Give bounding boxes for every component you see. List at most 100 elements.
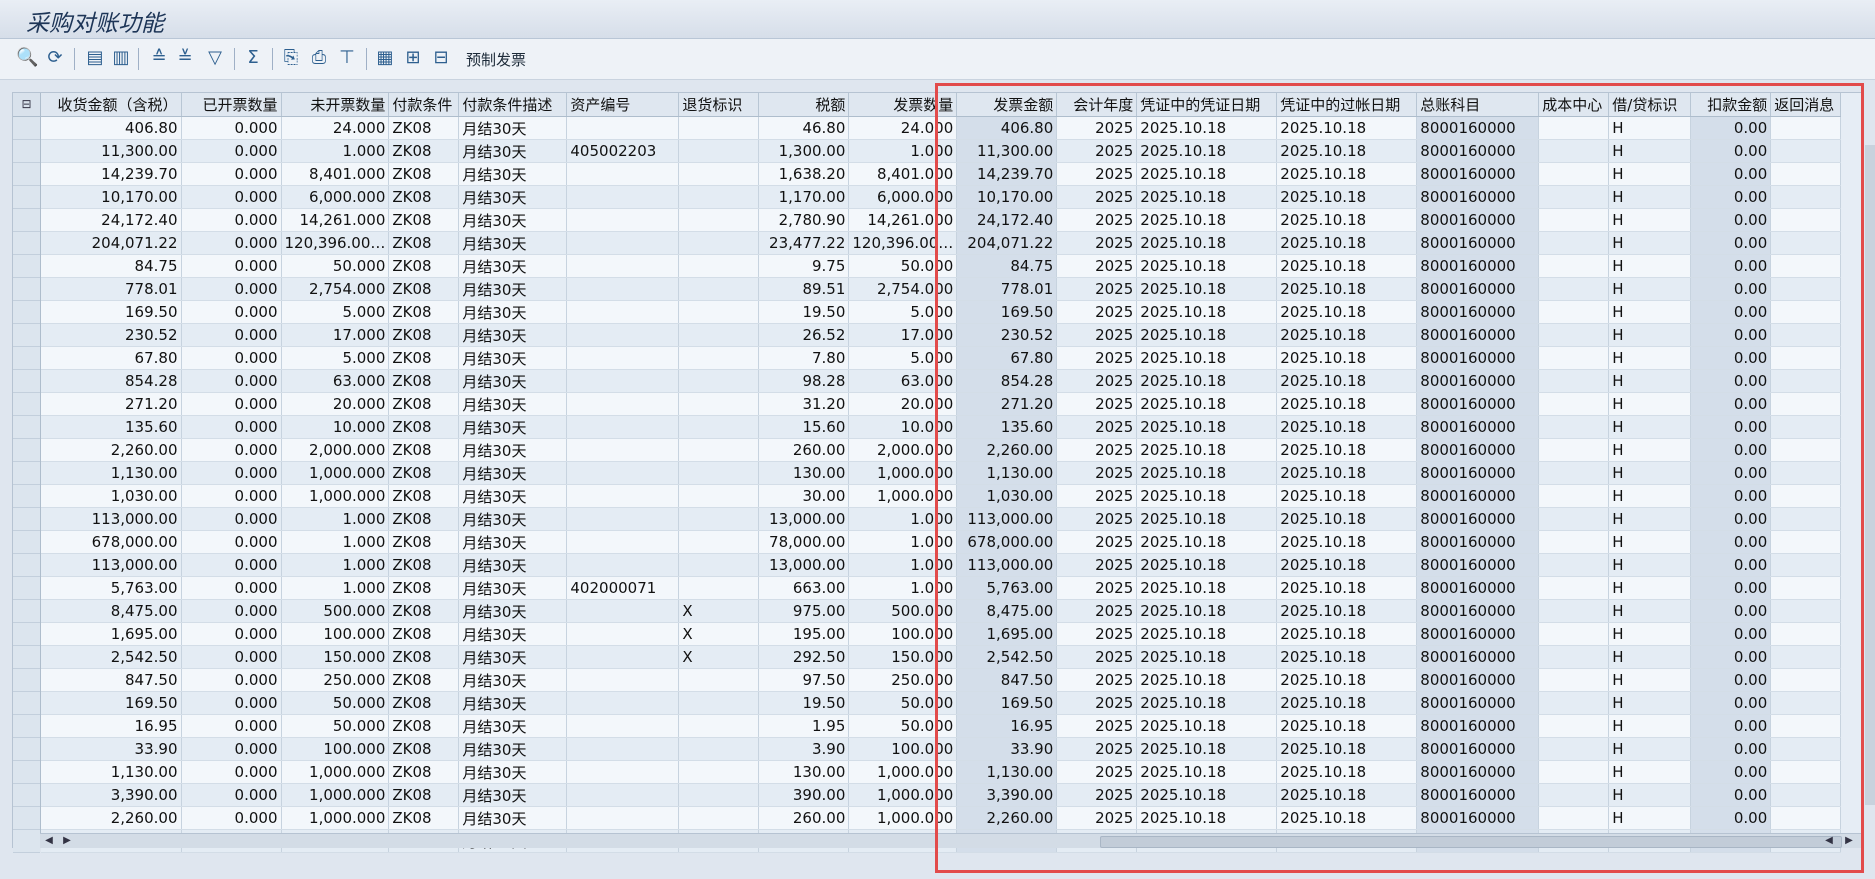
table-cell[interactable]: H: [1608, 484, 1692, 508]
create-invoice-button[interactable]: 预制发票: [466, 49, 526, 70]
row-selector[interactable]: [13, 209, 40, 232]
table-row[interactable]: 10,170.00 0.000 6,000.000 ZK08 月结30天 1,170.00…: [41, 185, 1842, 209]
table-cell[interactable]: 0.000: [181, 185, 282, 209]
row-selector[interactable]: [13, 255, 40, 278]
table-cell[interactable]: 2025.10.18: [1136, 139, 1278, 163]
table-cell[interactable]: 0.000: [181, 208, 282, 232]
table-cell[interactable]: H: [1608, 300, 1692, 324]
table-cell[interactable]: 11,300.00: [956, 139, 1058, 163]
table-cell[interactable]: 2025: [1056, 507, 1138, 531]
table-cell[interactable]: 0.000: [181, 116, 282, 140]
table-cell[interactable]: [1538, 415, 1610, 439]
scroll-left-icon[interactable]: ◀: [42, 834, 56, 848]
table-cell[interactable]: [1770, 346, 1842, 370]
table-cell[interactable]: [678, 783, 760, 807]
table-cell[interactable]: ZK08: [388, 622, 460, 646]
sort-ascending-icon[interactable]: ≙: [148, 47, 170, 69]
table-cell[interactable]: [1770, 185, 1842, 209]
table-cell[interactable]: 1.000: [281, 530, 390, 554]
table-cell[interactable]: 1,000.000: [281, 760, 390, 784]
table-cell[interactable]: 2025.10.18: [1276, 185, 1418, 209]
table-cell[interactable]: [1538, 783, 1610, 807]
table-row[interactable]: 8,475.00 0.000 500.000 ZK08 月结30天 X 975.00 500.…: [41, 599, 1842, 623]
table-cell[interactable]: [1770, 438, 1842, 462]
table-cell[interactable]: ZK08: [388, 737, 460, 761]
table-cell[interactable]: 2025.10.18: [1276, 254, 1418, 278]
table-cell[interactable]: 0.000: [181, 576, 282, 600]
table-cell[interactable]: 8000160000: [1416, 668, 1540, 692]
table-cell[interactable]: 2025.10.18: [1276, 484, 1418, 508]
table-cell[interactable]: 1,000.000: [848, 461, 958, 485]
row-selector[interactable]: [13, 784, 40, 807]
table-cell[interactable]: 2025: [1056, 806, 1138, 830]
table-cell[interactable]: 46.80: [758, 116, 850, 140]
table-cell[interactable]: 169.50: [956, 691, 1058, 715]
print-icon[interactable]: ⎙: [308, 47, 330, 69]
table-cell[interactable]: 778.01: [956, 277, 1058, 301]
table-cell[interactable]: H: [1608, 139, 1692, 163]
table-cell[interactable]: 1.000: [281, 139, 390, 163]
table-cell[interactable]: [678, 323, 760, 347]
row-selector[interactable]: [13, 600, 40, 623]
table-cell[interactable]: 2025.10.18: [1136, 622, 1278, 646]
table-cell[interactable]: [1538, 461, 1610, 485]
table-cell[interactable]: [678, 277, 760, 301]
table-cell[interactable]: 2,000.000: [281, 438, 390, 462]
table-cell[interactable]: 2025.10.18: [1136, 691, 1278, 715]
table-cell[interactable]: 8000160000: [1416, 116, 1540, 140]
table-cell[interactable]: 2025.10.18: [1276, 576, 1418, 600]
table-cell[interactable]: 8000160000: [1416, 162, 1540, 186]
table-cell[interactable]: 0.000: [181, 392, 282, 416]
table-cell[interactable]: 2025.10.18: [1276, 346, 1418, 370]
table-cell[interactable]: [1770, 760, 1842, 784]
table-cell[interactable]: ZK08: [388, 254, 460, 278]
table-cell[interactable]: 230.52: [41, 323, 182, 347]
column-header[interactable]: 付款条件: [388, 93, 460, 117]
table-cell[interactable]: 2025.10.18: [1136, 576, 1278, 600]
table-cell[interactable]: 10,170.00: [41, 185, 182, 209]
table-cell[interactable]: 2025: [1056, 185, 1138, 209]
table-cell[interactable]: 2025: [1056, 231, 1138, 255]
table-cell[interactable]: 0.00: [1690, 806, 1772, 830]
table-cell[interactable]: 195.00: [758, 622, 850, 646]
table-cell[interactable]: [1538, 622, 1610, 646]
table-cell[interactable]: 0.00: [1690, 139, 1772, 163]
column-header[interactable]: 退货标识: [678, 93, 760, 117]
table-cell[interactable]: 10,170.00: [956, 185, 1058, 209]
table-cell[interactable]: 月结30天: [458, 806, 568, 830]
table-cell[interactable]: ZK08: [388, 783, 460, 807]
table-cell[interactable]: 84.75: [41, 254, 182, 278]
table-cell[interactable]: 2025.10.18: [1136, 507, 1278, 531]
table-cell[interactable]: [566, 208, 680, 232]
table-cell[interactable]: 8,475.00: [41, 599, 182, 623]
table-cell[interactable]: 2,542.50: [41, 645, 182, 669]
table-cell[interactable]: 月结30天: [458, 507, 568, 531]
table-cell[interactable]: [1770, 599, 1842, 623]
table-cell[interactable]: 0.00: [1690, 392, 1772, 416]
table-cell[interactable]: H: [1608, 737, 1692, 761]
table-row[interactable]: 113,000.00 0.000 1.000 ZK08 月结30天 13,000.00 1.…: [41, 553, 1842, 577]
table-cell[interactable]: [678, 208, 760, 232]
table-cell[interactable]: 15.60: [758, 415, 850, 439]
table-cell[interactable]: 0.000: [181, 162, 282, 186]
table-cell[interactable]: 1,130.00: [956, 760, 1058, 784]
table-cell[interactable]: 2025.10.18: [1136, 806, 1278, 830]
table-cell[interactable]: 2025.10.18: [1136, 553, 1278, 577]
table-cell[interactable]: 2025.10.18: [1276, 806, 1418, 830]
table-cell[interactable]: [678, 254, 760, 278]
table-cell[interactable]: [1770, 645, 1842, 669]
table-cell[interactable]: 8000160000: [1416, 185, 1540, 209]
table-cell[interactable]: 14,239.70: [956, 162, 1058, 186]
table-cell[interactable]: [1538, 553, 1610, 577]
table-cell[interactable]: 84.75: [956, 254, 1058, 278]
table-cell[interactable]: 8000160000: [1416, 691, 1540, 715]
column-header[interactable]: 凭证中的凭证日期: [1136, 93, 1278, 117]
table-cell[interactable]: 2025: [1056, 139, 1138, 163]
table-cell[interactable]: 月结30天: [458, 714, 568, 738]
table-cell[interactable]: 97.50: [758, 668, 850, 692]
table-cell[interactable]: 0.000: [181, 553, 282, 577]
table-cell[interactable]: [566, 484, 680, 508]
table-cell[interactable]: H: [1608, 507, 1692, 531]
table-cell[interactable]: 100.000: [848, 622, 958, 646]
table-cell[interactable]: [1538, 760, 1610, 784]
